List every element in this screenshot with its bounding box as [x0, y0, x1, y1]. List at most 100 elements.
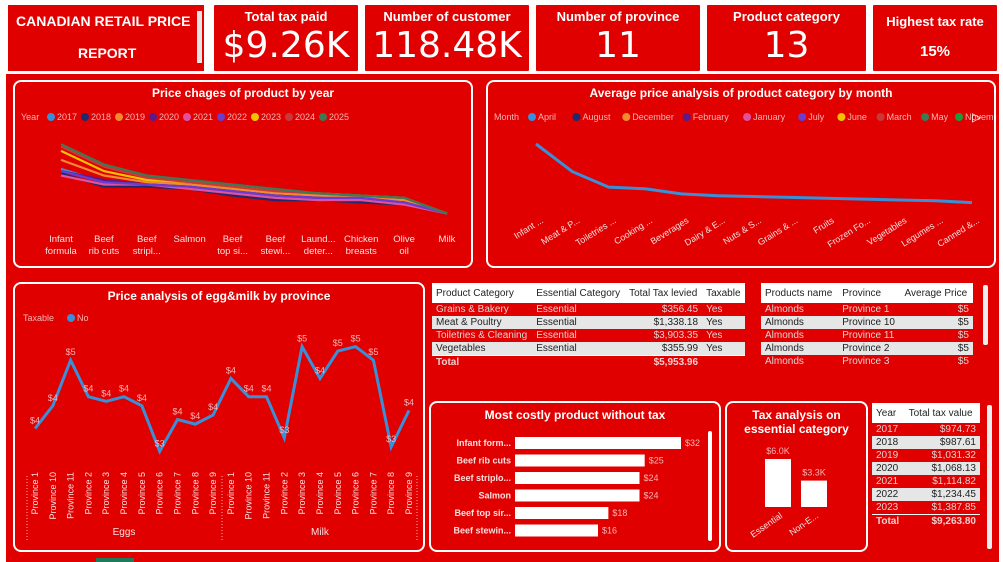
cell: Essential [536, 330, 577, 341]
page-tab-indicator[interactable] [96, 558, 134, 562]
kpi-provinces-label: Number of province [556, 9, 680, 24]
legend-label-august: August [583, 112, 612, 122]
col-header-taxable[interactable]: Taxable [702, 283, 745, 303]
total-label: Total [876, 516, 900, 527]
chart-avg-price-by-month: Month April August December February January J… [494, 110, 994, 249]
year-scrollbar[interactable] [987, 405, 992, 549]
table-row[interactable]: Vegetables Essential $355.99 Yes [432, 342, 745, 356]
cell: 2023 [876, 502, 899, 513]
group-label-milk: Milk [311, 527, 330, 538]
legend-marker-no [67, 314, 75, 322]
table-row[interactable]: Toiletries & Cleaning Essential $3,903.3… [432, 329, 745, 342]
panel-egg-milk: Price analysis of egg&milk by province T… [13, 282, 425, 552]
legend-label-2017: 2017 [57, 112, 77, 122]
legend-label-january: January [753, 112, 786, 122]
cell: 2018 [876, 437, 899, 448]
table-row[interactable]: Almonds Province 11 $5 [761, 329, 973, 342]
series-line [535, 142, 973, 205]
table-row[interactable]: Almonds Province 10 $5 [761, 316, 973, 329]
data-label: $4 [83, 384, 93, 394]
data-label: $24 [644, 473, 659, 483]
panel-price-by-year: Price chages of product by year Year 2017… [13, 80, 473, 268]
table-products-container: Products name Province Average Price Alm… [761, 283, 993, 387]
col-header-province[interactable]: Province [838, 283, 900, 303]
x-tick-label: Province 11 [262, 472, 272, 519]
table-row[interactable]: 2021 $1,114.82 [872, 475, 980, 488]
cell: $1,338.18 [653, 317, 699, 328]
cell: Essential [536, 304, 577, 315]
data-label: $3 [386, 434, 396, 444]
x-tick-label: Beef stewi... [261, 234, 291, 257]
table-row[interactable]: Almonds Province 1 $5 [761, 303, 973, 316]
cell: Toiletries & Cleaning [436, 330, 528, 341]
legend-label-july: July [808, 112, 825, 122]
bar [515, 437, 681, 449]
cell: $974.73 [939, 424, 976, 435]
legend-label-april: April [538, 112, 556, 122]
title-scrollbar[interactable] [197, 11, 202, 63]
data-label: $32 [685, 438, 700, 448]
col-header-essential-category[interactable]: Essential Category [532, 283, 625, 303]
table-row[interactable]: 2019 $1,031.32 [872, 449, 980, 462]
table-year: Year Total tax value 2017 $974.73 2018 $98… [872, 403, 980, 528]
costly-scrollbar[interactable] [708, 431, 712, 541]
kpi-provinces-value: 11 [595, 25, 641, 66]
col-header-total-tax[interactable]: Total Tax levied [625, 283, 702, 303]
x-tick-label: Salmon [174, 234, 206, 245]
legend-marker-july [798, 113, 807, 121]
products-scrollbar[interactable] [983, 285, 988, 345]
table-row[interactable]: Almonds Province 2 $5 [761, 342, 973, 355]
cell: Essential [536, 317, 577, 328]
col-header-average-price[interactable]: Average Price [901, 283, 973, 303]
x-tick-label: Province 8 [190, 472, 200, 515]
col-header-year[interactable]: Year [872, 403, 905, 423]
legend-marker-august [572, 113, 581, 121]
cell: $1,234.45 [931, 489, 977, 500]
cell: Grains & Bakery [436, 304, 509, 315]
x-tick-label: Province 9 [208, 472, 218, 515]
table-row[interactable]: 2023 $1,387.85 [872, 501, 980, 515]
col-header-product-category[interactable]: Product Category [432, 283, 532, 303]
y-tick-label: Beef striplo... [454, 473, 511, 483]
x-tick-label: Beef top si... [217, 234, 248, 257]
data-label: $5 [66, 347, 76, 357]
x-tick-label: Province 6 [351, 472, 361, 515]
table-row[interactable]: 2018 $987.61 [872, 436, 980, 449]
kpi-tax-rate: Highest tax rate 15% [871, 3, 999, 73]
cell: Province 10 [842, 317, 895, 328]
legend-marker-march [876, 113, 885, 121]
kpi-product-category: Product category 13 [705, 3, 868, 73]
cell: Essential [536, 343, 577, 354]
col-header-total-tax-value[interactable]: Total tax value [905, 403, 980, 423]
table-row[interactable]: 2022 $1,234.45 [872, 488, 980, 501]
x-tick-label: Fruits [811, 215, 836, 236]
data-label: $4 [190, 411, 200, 421]
total-value: $5,953.96 [653, 357, 699, 368]
y-tick-label: Beef rib cuts [456, 456, 511, 466]
cell: $1,031.32 [931, 450, 977, 461]
table-row[interactable]: Almonds Province 3 $5 [761, 355, 973, 368]
cell: Province 1 [842, 304, 890, 315]
legend-marker-december [622, 113, 631, 121]
data-label: $4 [208, 402, 218, 412]
legend-marker-2019 [115, 113, 123, 121]
x-tick-label: Essential [748, 510, 784, 539]
table-row[interactable]: Meat & Poultry Essential $1,338.18 Yes [432, 316, 745, 329]
total-value: $9,263.80 [931, 516, 977, 527]
table-row[interactable]: Grains & Bakery Essential $356.45 Yes [432, 303, 745, 316]
x-tick-label: Province 10 [48, 472, 58, 520]
data-label: $25 [649, 456, 664, 466]
col-header-products-name[interactable]: Products name [761, 283, 838, 303]
cell: $356.45 [661, 304, 699, 315]
legend-marker-2021 [183, 113, 191, 121]
cell: Almonds [765, 330, 804, 341]
x-tick-label: Milk [439, 234, 456, 245]
cell: $1,387.85 [931, 502, 977, 513]
x-tick-label: Beef rib cuts [89, 234, 120, 257]
cell: Almonds [765, 356, 804, 367]
data-label: $3 [155, 438, 165, 448]
x-tick-label: Province 1 [226, 472, 236, 515]
table-row[interactable]: 2017 $974.73 [872, 423, 980, 436]
table-row[interactable]: 2020 $1,068.13 [872, 462, 980, 475]
x-tick-label: Province 3 [101, 472, 111, 515]
